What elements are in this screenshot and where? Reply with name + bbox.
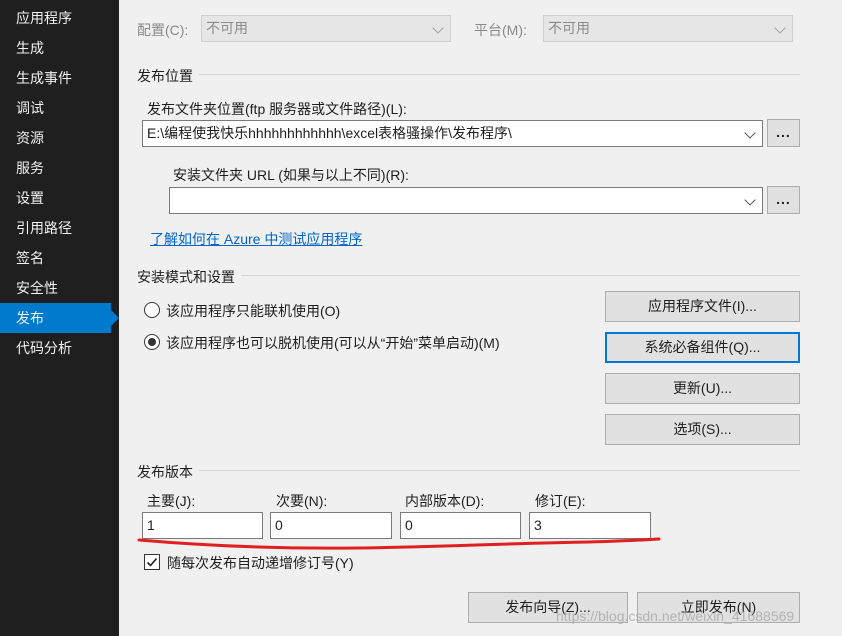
red-underline-annotation [137, 537, 661, 550]
chevron-down-icon [744, 194, 756, 206]
platform-label: 平台(M): [474, 22, 527, 38]
build-label: 内部版本(D): [405, 493, 485, 509]
online-only-label[interactable]: 该应用程序只能联机使用(O) [166, 301, 340, 321]
online-only-radio[interactable] [144, 302, 160, 318]
platform-select[interactable]: 不可用 [543, 15, 793, 42]
minor-label: 次要(N): [276, 493, 328, 509]
chevron-down-icon [744, 127, 756, 139]
azure-test-link[interactable]: 了解如何在 Azure 中测试应用程序 [150, 229, 362, 249]
sidebar-item-security[interactable]: 安全性 [0, 273, 119, 303]
prerequisites-button[interactable]: 系统必备组件(Q)... [605, 332, 800, 363]
publish-folder-value: E:\编程使我快乐hhhhhhhhhhhh\excel表格骚操作\发布程序\ [147, 125, 512, 141]
config-label: 配置(C): [137, 22, 189, 38]
chevron-down-icon [432, 22, 444, 34]
sidebar-item-resources[interactable]: 资源 [0, 123, 119, 153]
options-button[interactable]: 选项(S)... [605, 414, 800, 445]
browse-url-button[interactable]: ... [767, 186, 800, 214]
publish-folder-input[interactable]: E:\编程使我快乐hhhhhhhhhhhh\excel表格骚操作\发布程序\ [142, 120, 763, 147]
major-label: 主要(J): [147, 493, 196, 509]
updates-button[interactable]: 更新(U)... [605, 373, 800, 404]
sidebar-item-services[interactable]: 服务 [0, 153, 119, 183]
sidebar-item-signing[interactable]: 签名 [0, 243, 119, 273]
publish-page: 配置(C): 不可用 平台(M): 不可用 发布位置 发布文件夹位置(ftp 服… [119, 0, 842, 636]
sidebar-item-reference-paths[interactable]: 引用路径 [0, 213, 119, 243]
revision-label: 修订(E): [535, 493, 586, 509]
divider [137, 74, 800, 75]
browse-folder-button[interactable]: ... [767, 119, 800, 147]
publish-location-heading: 发布位置 [137, 66, 199, 86]
sidebar-item-build[interactable]: 生成 [0, 33, 119, 63]
offline-radio[interactable] [144, 334, 160, 350]
publish-folder-label: 发布文件夹位置(ftp 服务器或文件路径)(L): [147, 101, 407, 117]
application-files-button[interactable]: 应用程序文件(I)... [605, 291, 800, 322]
install-url-input[interactable] [169, 187, 763, 214]
watermark-text: https://blog.csdn.net/weixin_41688569 [556, 608, 795, 624]
platform-select-value: 不可用 [548, 20, 590, 36]
offline-label[interactable]: 该应用程序也可以脱机使用(可以从“开始”菜单启动)(M) [166, 333, 500, 353]
sidebar-item-code-analysis[interactable]: 代码分析 [0, 333, 119, 363]
install-url-label: 安装文件夹 URL (如果与以上不同)(R): [173, 167, 409, 183]
config-select-value: 不可用 [206, 20, 248, 36]
sidebar: 应用程序 生成 生成事件 调试 资源 服务 设置 引用路径 签名 安全性 发布 … [0, 0, 119, 636]
config-select[interactable]: 不可用 [201, 15, 451, 42]
sidebar-item-application[interactable]: 应用程序 [0, 3, 119, 33]
checkmark-icon [146, 557, 158, 567]
auto-increment-checkbox[interactable] [144, 554, 160, 570]
sidebar-item-build-events[interactable]: 生成事件 [0, 63, 119, 93]
install-mode-heading: 安装模式和设置 [137, 267, 241, 287]
sidebar-item-publish[interactable]: 发布 [0, 303, 119, 333]
sidebar-item-settings[interactable]: 设置 [0, 183, 119, 213]
divider [137, 470, 800, 471]
chevron-down-icon [774, 22, 786, 34]
auto-increment-label[interactable]: 随每次发布自动递增修订号(Y) [167, 553, 354, 573]
publish-version-heading: 发布版本 [137, 462, 199, 482]
sidebar-item-debug[interactable]: 调试 [0, 93, 119, 123]
